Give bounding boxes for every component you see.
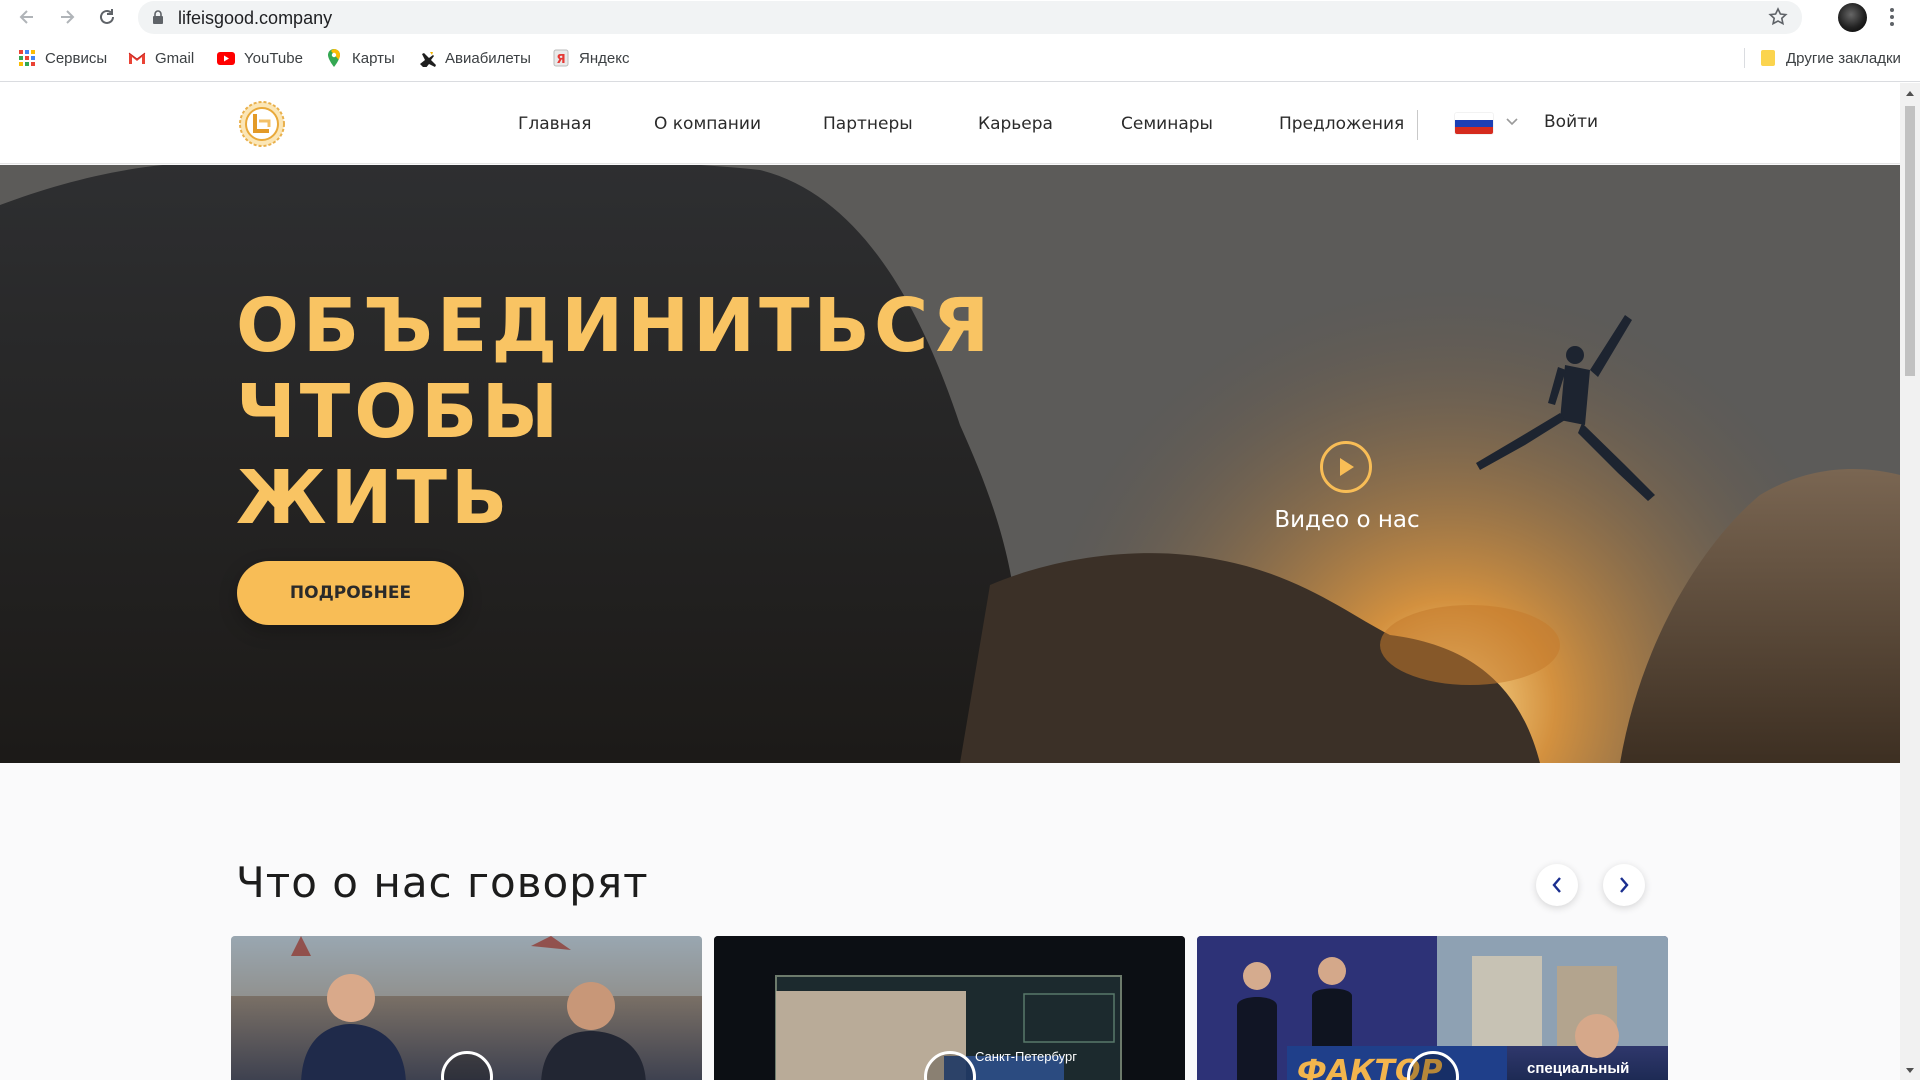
scrollbar-thumb[interactable]	[1905, 106, 1915, 376]
login-link[interactable]: Войти	[1544, 112, 1598, 132]
bookmark-label: YouTube	[244, 49, 303, 67]
site-header: Главная О компании Партнеры Карьера Семи…	[0, 83, 1900, 164]
page-scrollbar[interactable]	[1900, 83, 1920, 1080]
company-logo[interactable]	[237, 99, 287, 149]
bookmark-flights[interactable]: Авиабилеты	[418, 48, 531, 68]
browser-toolbar: lifeisgood.company	[0, 0, 1920, 34]
bookmark-label: Авиабилеты	[445, 49, 531, 67]
back-arrow-icon	[19, 10, 33, 24]
testimonials-title: Что о нас говорят	[236, 858, 649, 907]
reload-icon	[100, 9, 114, 24]
reload-button[interactable]	[94, 4, 120, 30]
nav-home[interactable]: Главная	[518, 114, 591, 134]
plane-icon	[418, 49, 436, 67]
bookmarks-separator	[1744, 48, 1745, 68]
hero-title-line: ЧТОБЫ	[236, 369, 563, 455]
url-text: lifeisgood.company	[178, 8, 333, 28]
nav-seminars[interactable]: Семинары	[1121, 114, 1213, 134]
folder-icon	[1759, 49, 1777, 67]
testimonial-card[interactable]: ФАКТОР специальный	[1197, 936, 1668, 1080]
hero-title-line: ЖИТЬ	[236, 455, 512, 541]
forward-arrow-icon	[61, 10, 75, 24]
chevron-left-icon	[1552, 877, 1561, 893]
bookmark-label: Яндекс	[579, 49, 630, 67]
video-label[interactable]: Видео о нас	[1252, 507, 1442, 533]
bookmark-star-icon[interactable]	[1768, 7, 1788, 27]
bookmark-label: Сервисы	[45, 49, 108, 67]
youtube-icon	[217, 49, 235, 67]
play-icon	[1340, 458, 1354, 476]
nav-divider	[1417, 110, 1418, 140]
bookmark-label: Карты	[352, 49, 395, 67]
svg-text:Я: Я	[556, 52, 565, 66]
bookmark-yandex[interactable]: Я Яндекс	[552, 48, 629, 68]
testimonial-card[interactable]: Санкт-Петербург	[714, 936, 1185, 1080]
page-viewport: Главная О компании Партнеры Карьера Семи…	[0, 83, 1900, 1080]
bookmark-gmail[interactable]: Gmail	[128, 48, 194, 68]
bookmark-maps[interactable]: Карты	[325, 48, 395, 68]
lock-icon	[153, 10, 163, 24]
russia-flag-icon[interactable]	[1455, 113, 1493, 134]
nav-partners[interactable]: Партнеры	[823, 114, 913, 134]
card-overlay-text: специальный	[1527, 1060, 1630, 1077]
testimonial-card[interactable]	[231, 936, 702, 1080]
chevron-right-icon	[1620, 877, 1629, 893]
carousel-prev-button[interactable]	[1536, 864, 1578, 906]
bookmarks-bar: Сервисы Gmail YouTube Карты Авиабилеты Я…	[0, 34, 1920, 82]
hero-title: ОБЪЕДИНИТЬСЯ ЧТОБЫ ЖИТЬ	[236, 283, 993, 541]
hero-title-line: ОБЪЕДИНИТЬСЯ	[236, 283, 994, 369]
hero-banner: ОБЪЕДИНИТЬСЯ ЧТОБЫ ЖИТЬ ПОДРОБНЕЕ Видео …	[0, 165, 1900, 763]
more-info-button[interactable]: ПОДРОБНЕЕ	[237, 561, 464, 625]
chevron-down-icon[interactable]	[1505, 117, 1519, 127]
other-bookmarks-folder[interactable]: Другие закладки	[1759, 48, 1901, 68]
bookmark-services[interactable]: Сервисы	[18, 48, 107, 68]
bookmark-label: Gmail	[155, 49, 195, 67]
profile-avatar[interactable]	[1838, 3, 1867, 32]
browser-menu-button[interactable]	[1884, 6, 1900, 28]
gmail-icon	[128, 49, 146, 67]
maps-pin-icon	[325, 49, 343, 67]
other-bookmarks-label: Другие закладки	[1786, 49, 1901, 67]
address-bar[interactable]: lifeisgood.company	[138, 1, 1802, 34]
scroll-down-arrow-icon[interactable]	[1906, 1068, 1914, 1073]
bookmark-youtube[interactable]: YouTube	[217, 48, 303, 68]
back-button[interactable]	[14, 4, 40, 30]
scroll-up-arrow-icon[interactable]	[1906, 91, 1914, 96]
apps-grid-icon	[18, 49, 36, 67]
carousel-next-button[interactable]	[1603, 864, 1645, 906]
yandex-icon: Я	[552, 49, 570, 67]
nav-offers[interactable]: Предложения	[1279, 114, 1404, 134]
forward-button[interactable]	[54, 4, 80, 30]
company-logo-icon	[239, 101, 285, 147]
card-overlay-text: Санкт-Петербург	[975, 1049, 1077, 1064]
nav-career[interactable]: Карьера	[978, 114, 1053, 134]
nav-about[interactable]: О компании	[654, 114, 761, 134]
video-play-button[interactable]	[1320, 441, 1372, 493]
